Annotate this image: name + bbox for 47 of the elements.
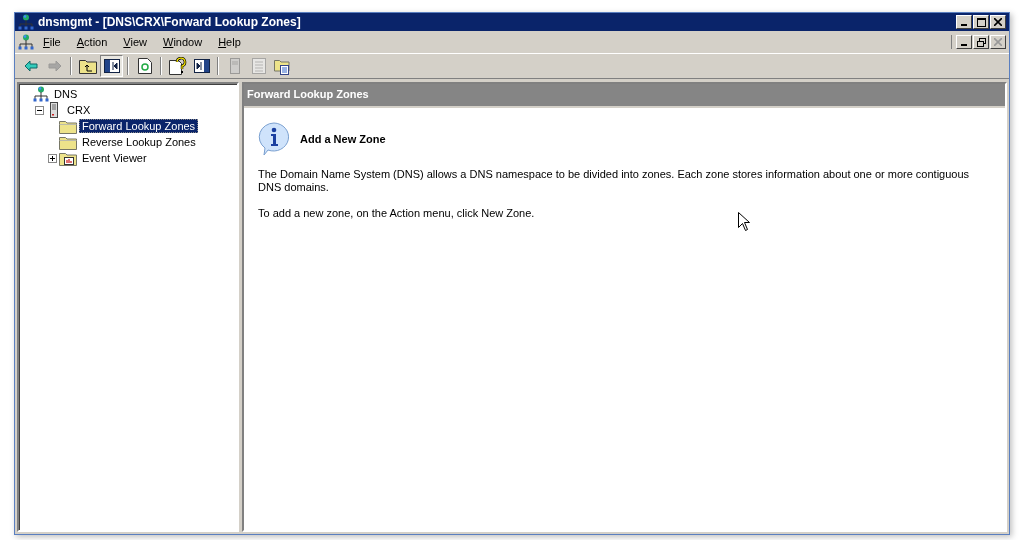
server-icon xyxy=(229,58,240,74)
tree-item[interactable]: CRX xyxy=(64,103,94,117)
maximize-icon xyxy=(976,17,986,27)
description-text: To add a new zone, on the Action menu, click New Zone. xyxy=(258,207,536,220)
menu-item[interactable]: File xyxy=(36,34,68,50)
network-icon xyxy=(33,86,49,102)
minimize-button[interactable] xyxy=(956,35,972,49)
info-icon xyxy=(258,122,290,156)
tree-item[interactable]: Forward Lookup Zones xyxy=(79,119,199,133)
menu-item[interactable]: Window xyxy=(156,34,210,50)
description-text: The Domain Name System (DNS) allows a DNS namespace to be divided into zones. Each zone stores information about one or more contiguous DNS domains. xyxy=(258,168,971,194)
collapse-icon[interactable] xyxy=(35,105,44,115)
up-folder-icon xyxy=(78,58,97,74)
restore-button[interactable] xyxy=(973,35,989,49)
window-title: dnsmgmt - [DNS\CRX\Forward Lookup Zones] xyxy=(38,15,302,29)
close-button[interactable] xyxy=(990,35,1006,49)
minimize-button[interactable] xyxy=(956,15,972,29)
menu-item[interactable]: View xyxy=(116,34,154,50)
back-arrow-icon xyxy=(22,58,39,74)
folder-icon xyxy=(59,118,77,134)
mouse-pointer-icon xyxy=(738,212,750,231)
folder-icon xyxy=(273,57,292,75)
refresh-icon xyxy=(137,58,152,74)
folder-icon xyxy=(59,134,77,150)
close-button[interactable] xyxy=(990,15,1006,29)
panel-toggle-icon xyxy=(193,59,210,73)
close-icon xyxy=(994,18,1002,26)
help-icon xyxy=(168,57,187,75)
list-icon xyxy=(251,58,266,74)
forward-arrow-icon xyxy=(46,58,63,74)
tree-item[interactable]: DNS xyxy=(51,87,81,101)
close-icon xyxy=(994,38,1002,46)
tree-item[interactable]: Reverse Lookup Zones xyxy=(79,135,199,149)
expand-icon[interactable] xyxy=(48,153,57,163)
zone-heading: Add a New Zone xyxy=(300,133,386,145)
help-button[interactable] xyxy=(166,55,189,77)
pane-header: Forward Lookup Zones xyxy=(244,84,1005,108)
tree-toggle-icon xyxy=(103,59,120,73)
tree-item[interactable]: Event Viewer xyxy=(79,151,150,165)
restore-icon xyxy=(976,37,986,47)
maximize-button[interactable] xyxy=(973,15,989,29)
menu-item[interactable]: Help xyxy=(211,34,248,50)
tree-toggle-button[interactable] xyxy=(100,55,123,77)
event-log-icon xyxy=(59,150,77,166)
menu-item[interactable]: Action xyxy=(69,34,115,50)
app-icon xyxy=(18,14,34,30)
app-icon xyxy=(18,34,34,50)
